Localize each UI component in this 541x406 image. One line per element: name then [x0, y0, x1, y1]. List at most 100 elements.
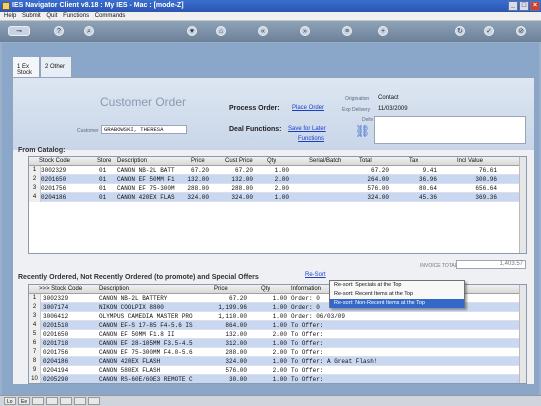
table-cell: 1.00 [272, 313, 287, 320]
menu-icon[interactable]: ≡ [342, 26, 352, 36]
col-description[interactable]: Description [99, 285, 129, 294]
col-cust-price[interactable]: Cust Price [225, 157, 253, 166]
status-tab[interactable] [32, 397, 44, 405]
check-icon[interactable]: ✓ [484, 26, 494, 36]
table-cell: 67.20 [370, 167, 389, 174]
menu-help[interactable]: Help [4, 13, 16, 19]
col-information[interactable]: Information [291, 285, 321, 294]
table-cell: 132.00 [231, 176, 253, 183]
catalog-scrollbar[interactable] [519, 157, 526, 253]
exp-delivery-label: Exp Delivery [342, 107, 371, 113]
table-cell: 3006412 [43, 313, 69, 320]
table-cell: To Offer: [291, 367, 324, 374]
catalog-grid-header: Stock Code Store Description Price Cust … [29, 157, 526, 166]
exp-delivery-value[interactable]: 11/03/2009 [378, 106, 408, 112]
table-row[interactable]: 6 0201718 CANON EF 28-105MM F3.5-4.5 312.00… [29, 339, 526, 348]
table-row[interactable]: 7 0201756 CANON EF 75-300MM F4.0-5.6 288.00… [29, 348, 526, 357]
col-stock-code[interactable]: >>> Stock Code [39, 285, 82, 294]
status-tab[interactable] [46, 397, 58, 405]
rewind-icon[interactable]: « [258, 26, 268, 36]
table-row[interactable]: 10 0205290 CANON RS-60E/60E3 REMOTE C 30.00… [29, 375, 526, 383]
table-row[interactable]: 1 3002329 01 CANON NB-2L BATT 67.20 67.20 1.00… [29, 166, 526, 175]
origination-value[interactable]: Contact [378, 95, 399, 101]
table-row[interactable]: 9 0204194 CANON 580EX FLASH 576.00 2.00 To Of… [29, 366, 526, 375]
table-row[interactable]: 5 0201650 CANON EF 50MM F1.8 II 132.00 2.00 T… [29, 330, 526, 339]
resort-link[interactable]: Re-Sort [305, 272, 326, 278]
col-tax[interactable]: Tax [409, 157, 418, 166]
row-number: 8 [29, 357, 41, 366]
status-tab[interactable]: Lo [4, 397, 16, 405]
help-icon[interactable]: ? [54, 26, 64, 36]
menu-functions[interactable]: Functions [63, 13, 89, 19]
table-cell: CANON NB-2L BATTERY [99, 295, 168, 302]
search-icon[interactable]: ⌕ [84, 26, 94, 36]
menu-quit[interactable]: Quit [46, 13, 57, 19]
window-title: IES Navigator Client v8.18 : My IES - Ma… [12, 2, 184, 9]
col-qty[interactable]: Qty [267, 157, 276, 166]
table-cell: 01 [99, 194, 107, 201]
save-for-later-link[interactable]: Save for Later [288, 126, 326, 132]
table-cell: OLYMPUS CAMEDIA MASTER PRO [99, 313, 193, 320]
col-qty[interactable]: Qty [261, 285, 270, 294]
status-tab[interactable] [74, 397, 86, 405]
table-cell: 45.36 [418, 194, 437, 201]
recent-scrollbar[interactable] [519, 285, 526, 383]
status-tab[interactable]: Ee [18, 397, 31, 405]
heart-icon[interactable]: ♥ [187, 26, 197, 36]
col-incl-value[interactable]: Incl Value [457, 157, 483, 166]
table-row[interactable]: 2 0201650 01 CANON EF 50MM F1 132.00 132.00 2.… [29, 175, 526, 184]
col-stock-code[interactable]: Stock Code [39, 157, 70, 166]
table-cell: 0201650 [43, 331, 69, 338]
catalog-grid[interactable]: Stock Code Store Description Price Cust … [28, 156, 527, 254]
minimize-icon[interactable]: _ [508, 1, 518, 11]
table-cell: 67.20 [234, 167, 253, 174]
menu-item-recent-top[interactable]: Re-sort: Recent Items at the Top [330, 290, 464, 299]
cancel-icon[interactable]: ⊘ [516, 26, 526, 36]
forward-icon[interactable]: » [300, 26, 310, 36]
table-row[interactable]: 4 0201510 CANON EF-S 17-85 F4-5.6 IS 864.00… [29, 321, 526, 330]
table-cell: 0205290 [43, 376, 69, 383]
table-cell: 0201510 [43, 322, 69, 329]
row-number: 10 [29, 375, 41, 383]
col-price[interactable]: Price [214, 285, 228, 294]
table-cell: 1.00 [272, 295, 287, 302]
place-order-link[interactable]: Place Order [292, 105, 324, 111]
status-tab[interactable] [88, 397, 100, 405]
table-cell: 324.00 [231, 194, 253, 201]
status-tab[interactable] [60, 397, 72, 405]
menu-submit[interactable]: Submit [22, 13, 41, 19]
table-cell: 1,110.00 [218, 313, 247, 320]
col-total[interactable]: Total [359, 157, 372, 166]
customer-field[interactable]: GRABOWSKI, THERESA [101, 125, 187, 134]
table-cell: To Offer: [291, 322, 324, 329]
table-row[interactable]: 3 3006412 OLYMPUS CAMEDIA MASTER PRO 1,110.… [29, 312, 526, 321]
row-number: 1 [29, 294, 41, 303]
table-row[interactable]: 4 0204186 01 CANON 420EX FLAS 324.00 324.00 1.… [29, 193, 526, 202]
col-store[interactable]: Store [97, 157, 111, 166]
menu-item-specials-top[interactable]: Re-sort: Specials at the Top [330, 281, 464, 290]
key-icon[interactable]: ⊸ [8, 26, 30, 36]
col-serial-batch[interactable]: Serial/Batch [309, 157, 341, 166]
row-number: 4 [29, 193, 41, 202]
menu-commands[interactable]: Commands [95, 13, 126, 19]
tab-other[interactable]: 2 Other [40, 56, 72, 78]
delivery-instructions-input[interactable] [374, 116, 526, 144]
tab-ex-stock[interactable]: 1 Ex Stock [12, 56, 40, 78]
table-cell: CANON EF-S 17-85 F4-5.6 IS [99, 322, 193, 329]
link-icon[interactable]: ⛓ [355, 124, 370, 138]
functions-link[interactable]: Functions [298, 136, 324, 142]
customer-label: Customer [77, 128, 99, 134]
plus-icon[interactable]: + [378, 26, 388, 36]
maximize-icon[interactable]: □ [519, 1, 529, 11]
home-icon[interactable]: ⌂ [216, 26, 226, 36]
col-description[interactable]: Description [117, 157, 147, 166]
menu-item-non-recent-top[interactable]: Re-sort: Non-Recent Items at the Top [330, 299, 464, 308]
table-cell: 3007174 [43, 304, 69, 311]
table-cell: To Offer: A Great Flash! [291, 358, 378, 365]
table-row[interactable]: 8 0204186 CANON 420EX FLASH 324.00 1.00 To Of… [29, 357, 526, 366]
refresh-icon[interactable]: ↻ [455, 26, 465, 36]
close-icon[interactable]: × [530, 1, 540, 11]
row-number: 4 [29, 321, 41, 330]
col-price[interactable]: Price [191, 157, 205, 166]
table-row[interactable]: 3 0201756 01 CANON EF 75-300M 288.00 288.00 2.… [29, 184, 526, 193]
